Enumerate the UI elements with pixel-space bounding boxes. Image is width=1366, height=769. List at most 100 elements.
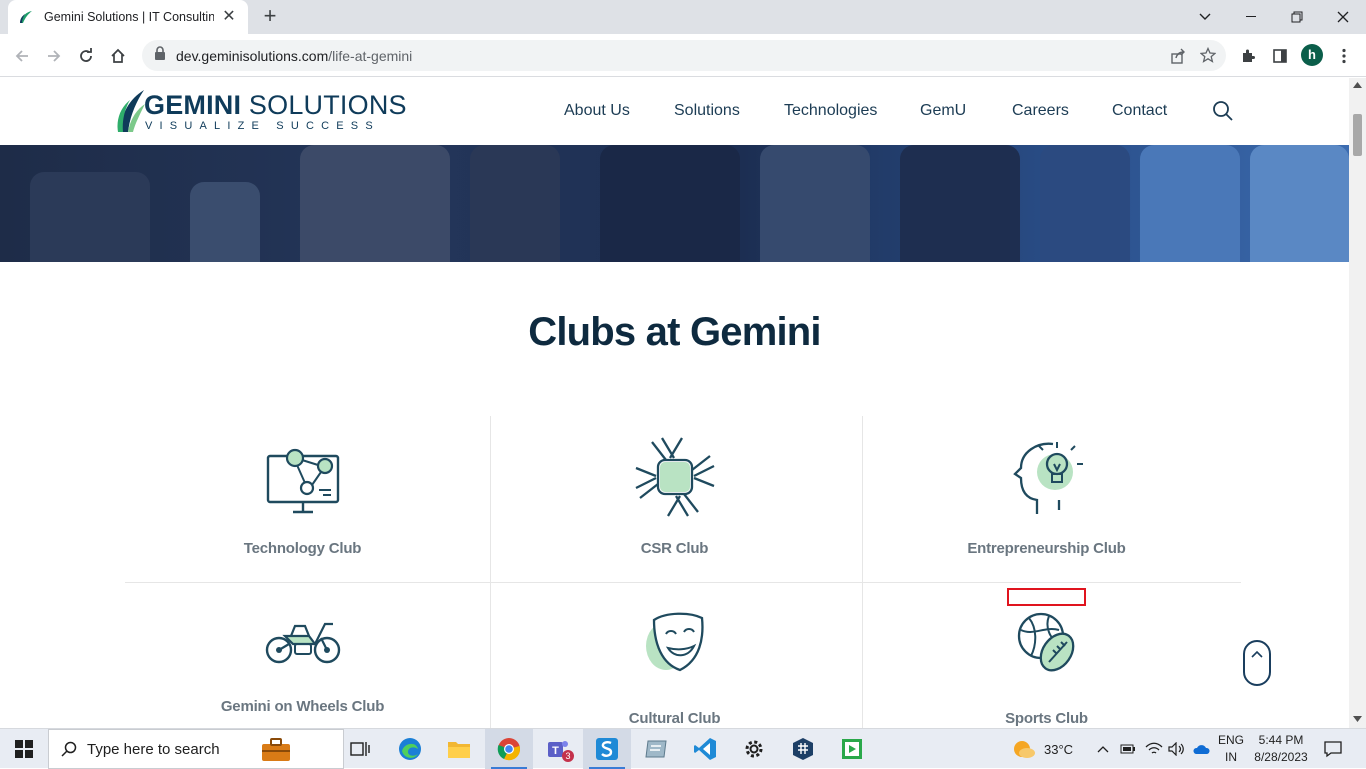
club-label: Entrepreneurship Club	[967, 540, 1126, 557]
club-label: Cultural Club	[628, 710, 721, 727]
share-icon[interactable]	[1170, 48, 1186, 69]
head-lightbulb-icon	[1012, 442, 1083, 514]
page-scrollbar[interactable]	[1349, 78, 1366, 728]
club-card-sports[interactable]: Sports Club	[861, 610, 1232, 727]
back-icon[interactable]	[8, 42, 36, 70]
temperature: 33°C	[1044, 741, 1074, 757]
gemini-leaf-logo-icon	[117, 90, 145, 132]
profile-avatar[interactable]: h	[1301, 44, 1323, 66]
onedrive-cloud-icon[interactable]	[1192, 729, 1210, 769]
battery-icon[interactable]	[1120, 729, 1136, 769]
lock-icon[interactable]	[154, 46, 166, 65]
nav-solutions[interactable]: Solutions	[674, 102, 740, 120]
url-path: /life-at-gemini	[328, 47, 413, 64]
page-viewport: GEMINI SOLUTIONS VISUALIZE SUCCESS About…	[0, 78, 1349, 728]
club-card-technology[interactable]: Technology Club	[117, 438, 488, 557]
minimize-icon[interactable]	[1228, 0, 1274, 34]
new-tab-icon[interactable]: +	[258, 5, 282, 29]
brand-tagline: VISUALIZE SUCCESS	[145, 120, 380, 132]
chevron-up-icon	[1251, 650, 1263, 658]
windows-start-icon[interactable]	[0, 729, 48, 769]
club-card-gemini-on-wheels[interactable]: Gemini on Wheels Club	[117, 614, 488, 715]
monitor-network-icon	[266, 448, 339, 514]
media-player-icon[interactable]	[828, 729, 876, 769]
clock-time: 5:44 PM	[1258, 733, 1304, 747]
brand-bold: GEMINI	[144, 90, 242, 120]
scroll-to-top-button[interactable]	[1243, 640, 1271, 686]
tab-title: Gemini Solutions | IT Consulting,	[44, 10, 214, 24]
browser-tab[interactable]: Gemini Solutions | IT Consulting, ✕	[8, 0, 248, 34]
wifi-icon[interactable]	[1145, 729, 1163, 769]
nav-careers[interactable]: Careers	[1012, 102, 1069, 120]
joined-hands-icon	[634, 437, 715, 517]
network-app-icon[interactable]	[779, 729, 827, 769]
extensions-icon[interactable]	[1234, 42, 1262, 70]
search-icon	[61, 741, 77, 757]
vscode-icon[interactable]	[681, 729, 729, 769]
site-header: GEMINI SOLUTIONS VISUALIZE SUCCESS About…	[0, 78, 1349, 145]
address-bar[interactable]: dev.geminisolutions.com/life-at-gemini	[142, 40, 1226, 71]
hero-team-photo	[0, 145, 1349, 262]
chrome-taskbar-icon[interactable]	[485, 729, 533, 769]
nav-technologies[interactable]: Technologies	[784, 102, 877, 120]
club-card-entrepreneurship[interactable]: Entrepreneurship Club	[861, 438, 1232, 557]
svg-text:T: T	[552, 745, 559, 757]
tab-close-icon[interactable]: ✕	[220, 8, 238, 26]
scrollbar-thumb[interactable]	[1353, 114, 1362, 156]
grid-divider	[125, 582, 1241, 583]
system-clock[interactable]: 5:44 PM 8/28/2023	[1250, 732, 1312, 766]
app-s-icon[interactable]	[583, 729, 631, 769]
region-code: IN	[1225, 750, 1237, 764]
home-icon[interactable]	[104, 42, 132, 70]
browser-toolbar: dev.geminisolutions.com/life-at-gemini h	[0, 34, 1366, 77]
motorcycle-icon	[265, 622, 340, 664]
url-text: dev.geminisolutions.com/life-at-gemini	[176, 48, 412, 64]
clubs-section-title: Clubs at Gemini	[528, 310, 821, 354]
club-card-csr[interactable]: CSR Club	[489, 434, 860, 557]
close-window-icon[interactable]	[1320, 0, 1366, 34]
gemini-favicon-icon	[18, 9, 34, 25]
club-card-cultural[interactable]: Cultural Club	[489, 610, 860, 727]
volume-icon[interactable]	[1168, 729, 1186, 769]
nav-about-us[interactable]: About Us	[564, 102, 630, 120]
restore-icon[interactable]	[1274, 0, 1320, 34]
scroll-down-arrow-icon[interactable]	[1353, 716, 1362, 722]
tab-search-icon[interactable]	[1182, 0, 1228, 34]
scroll-up-arrow-icon[interactable]	[1353, 82, 1362, 88]
language-code: ENG	[1217, 733, 1244, 747]
side-panel-icon[interactable]	[1266, 42, 1294, 70]
site-logo[interactable]: GEMINI SOLUTIONS VISUALIZE SUCCESS	[116, 86, 407, 136]
browser-tab-strip: Gemini Solutions | IT Consulting, ✕ +	[0, 0, 1366, 34]
edge-browser-icon[interactable]	[386, 729, 434, 769]
club-label: Technology Club	[243, 540, 362, 557]
chrome-menu-icon[interactable]	[1330, 42, 1358, 70]
red-highlight-box	[1007, 588, 1086, 606]
club-label: Sports Club	[1005, 710, 1088, 727]
club-label: CSR Club	[640, 540, 709, 557]
site-search-icon[interactable]	[1212, 100, 1234, 127]
nav-contact[interactable]: Contact	[1112, 102, 1167, 120]
search-placeholder: Type here to search	[87, 740, 220, 758]
reload-icon[interactable]	[72, 42, 100, 70]
task-view-icon[interactable]	[336, 729, 384, 769]
notifications-icon[interactable]	[1324, 729, 1342, 769]
club-label: Gemini on Wheels Club	[220, 698, 385, 715]
show-hidden-icons-icon[interactable]	[1097, 729, 1109, 769]
bookmark-star-icon[interactable]	[1199, 46, 1217, 68]
forward-icon[interactable]	[40, 42, 68, 70]
weather-widget[interactable]: 33°C	[1012, 729, 1073, 769]
work-briefcase-icon[interactable]	[261, 738, 291, 767]
weather-sun-icon	[1014, 741, 1035, 758]
teams-icon[interactable]: T 3	[534, 729, 582, 769]
settings-gear-icon[interactable]	[730, 729, 778, 769]
file-explorer-icon[interactable]	[435, 729, 483, 769]
brand-regular: SOLUTIONS	[241, 90, 407, 120]
input-language[interactable]: ENG IN	[1216, 732, 1246, 766]
theatre-mask-icon	[645, 612, 704, 672]
windows-taskbar: Type here to search T 3 33°C ENG IN 5:44…	[0, 728, 1366, 769]
taskbar-search-input[interactable]: Type here to search	[48, 729, 344, 769]
notes-app-icon[interactable]	[632, 729, 680, 769]
brand-name: GEMINI SOLUTIONS	[144, 90, 407, 121]
nav-gemu[interactable]: GemU	[920, 102, 966, 120]
sports-balls-icon	[1017, 612, 1074, 672]
